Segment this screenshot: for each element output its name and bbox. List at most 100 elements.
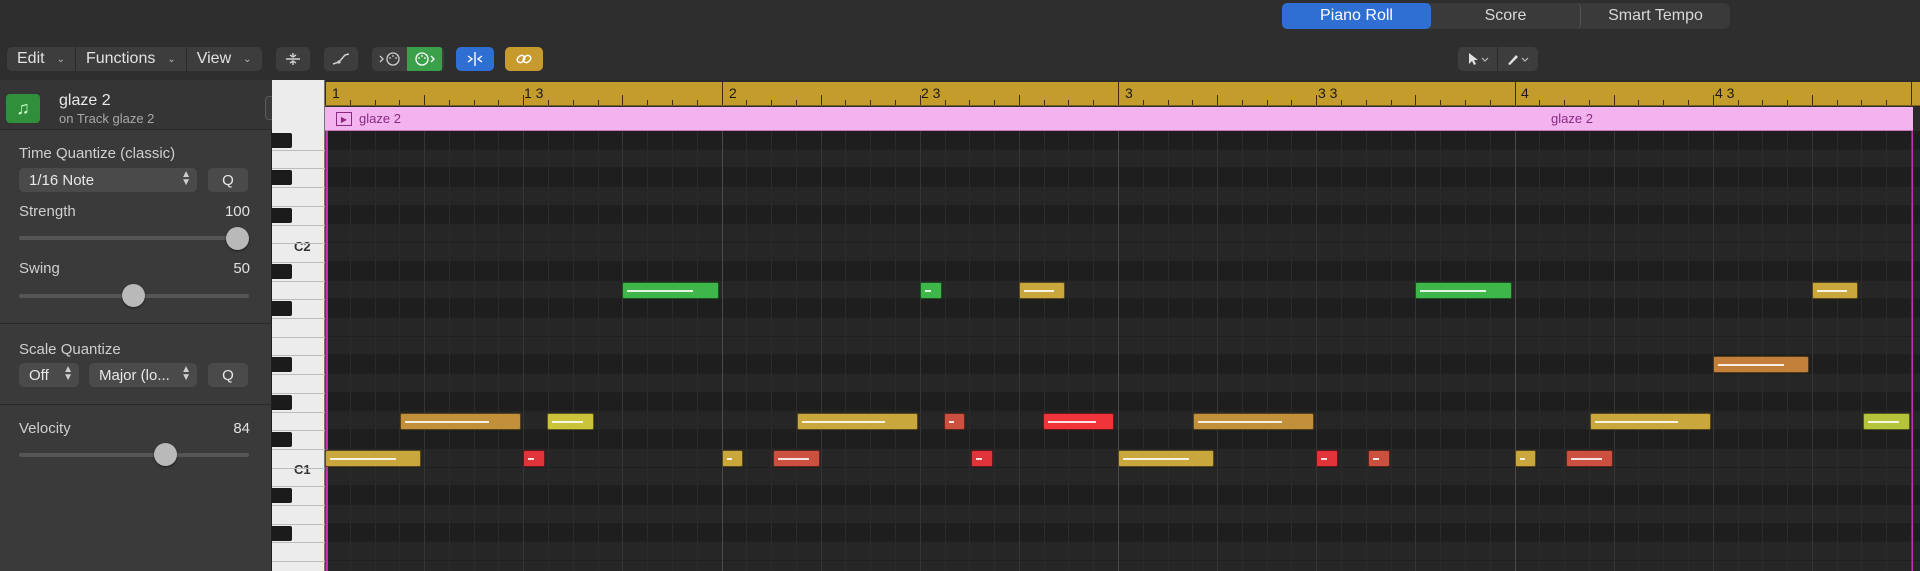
scale-quantize-label: Scale Quantize (19, 341, 121, 358)
midi-note[interactable] (1712, 356, 1809, 374)
editor-toolbar: Edit ⌄ Functions ⌄ View ⌄ (0, 38, 1920, 80)
midi-note[interactable] (400, 412, 522, 430)
strength-slider[interactable] (19, 236, 249, 240)
midi-note[interactable] (1316, 449, 1339, 467)
midi-note[interactable] (1514, 449, 1537, 467)
pitch-lane (325, 261, 1920, 281)
ruler-beat-1-3: 1 3 (524, 85, 544, 101)
white-key-separator (272, 261, 325, 263)
white-key-separator (272, 561, 325, 563)
midi-note[interactable] (1566, 449, 1613, 467)
midi-note[interactable] (622, 281, 719, 299)
tab-score[interactable]: Score (1431, 3, 1581, 29)
black-key[interactable] (272, 133, 292, 148)
strength-label: Strength (19, 203, 76, 220)
functions-menu[interactable]: Functions ⌄ (76, 47, 187, 71)
scale-mode-select[interactable]: Off ▲ ▼ (19, 363, 79, 387)
midi-out-button[interactable] (407, 47, 442, 71)
ruler-tick (1142, 100, 1144, 105)
ruler-tick (944, 100, 946, 105)
midi-in-button[interactable] (372, 47, 407, 71)
grid-line (399, 131, 401, 571)
piano-keyboard[interactable]: C2 C1 (272, 80, 325, 571)
midi-note[interactable] (1811, 281, 1859, 299)
midi-note[interactable] (971, 449, 994, 467)
region-header[interactable]: ▶ glaze 2 glaze 2 (325, 107, 1913, 131)
editor-tab-bar: Piano Roll Score Smart Tempo (0, 0, 1920, 38)
swing-value: 50 (233, 260, 250, 277)
playhead[interactable] (326, 131, 328, 571)
edit-menu[interactable]: Edit ⌄ (7, 47, 76, 71)
scale-quantize-q-button[interactable]: Q (208, 363, 248, 387)
black-key[interactable] (272, 432, 292, 448)
ruler-tick (473, 100, 475, 105)
midi-note[interactable] (943, 412, 966, 430)
midi-note[interactable] (1863, 412, 1910, 430)
black-key[interactable] (272, 357, 292, 373)
time-quantize-q-button[interactable]: Q (208, 168, 248, 192)
key-label-c2: C2 (294, 239, 311, 254)
midi-note[interactable] (1193, 412, 1315, 430)
time-quantize-select[interactable]: 1/16 Note ▲ ▼ (19, 168, 197, 192)
link-icon (516, 54, 532, 64)
music-note-icon: ♫ (6, 94, 40, 123)
black-key[interactable] (272, 394, 292, 410)
black-key[interactable] (272, 301, 292, 317)
pitch-lane (325, 149, 1920, 169)
swing-slider-knob[interactable] (122, 284, 145, 307)
black-key[interactable] (272, 525, 292, 541)
black-key[interactable] (272, 263, 292, 279)
link-button[interactable] (505, 47, 543, 71)
midi-note[interactable] (1118, 449, 1215, 467)
grid-line (1167, 131, 1169, 571)
scale-mode-value: Off (29, 366, 49, 384)
scale-type-select[interactable]: Major (lo... ▲ ▼ (89, 363, 197, 387)
black-key[interactable] (272, 207, 292, 223)
pitch-lane (325, 467, 1920, 487)
snap-button[interactable] (456, 47, 494, 71)
ruler-tick (671, 100, 673, 105)
bar-ruler[interactable]: 1 1 3 2 2 3 3 3 3 4 4 3 (325, 81, 1920, 106)
note-grid[interactable] (325, 131, 1920, 571)
strength-slider-knob[interactable] (226, 227, 249, 250)
grid-line (1737, 131, 1739, 571)
midi-note[interactable] (1589, 412, 1711, 430)
tab-piano-roll[interactable]: Piano Roll (1282, 3, 1431, 29)
white-key-separator (272, 318, 325, 319)
midi-note[interactable] (721, 449, 744, 467)
track-name: glaze 2 (59, 92, 111, 109)
midi-note[interactable] (1018, 281, 1066, 299)
midi-note[interactable] (796, 412, 918, 430)
pointer-tool-menu[interactable] (1458, 47, 1498, 71)
pointer-tool-icon (1468, 53, 1488, 65)
white-key-separator (272, 374, 325, 376)
black-key[interactable] (272, 170, 292, 186)
region-loop-icon: ▶ (336, 112, 352, 126)
grid-line (1266, 131, 1268, 571)
midi-note[interactable] (1415, 281, 1512, 299)
automation-button[interactable] (324, 47, 358, 71)
view-menu[interactable]: View ⌄ (187, 47, 262, 71)
collapse-button[interactable] (276, 47, 310, 71)
grid-line (795, 131, 797, 571)
velocity-slider[interactable] (19, 453, 249, 457)
chevron-down-icon: ⌄ (243, 53, 252, 65)
velocity-slider-knob[interactable] (154, 443, 177, 466)
pencil-tool-menu[interactable] (1498, 47, 1538, 71)
view-menu-label: View (196, 50, 232, 67)
black-key[interactable] (272, 488, 292, 504)
midi-note[interactable] (523, 449, 546, 467)
pitch-lane (325, 187, 1920, 206)
ruler-tick (1514, 81, 1516, 105)
midi-note[interactable] (547, 412, 594, 430)
tab-smart-tempo[interactable]: Smart Tempo (1581, 3, 1730, 29)
midi-note[interactable] (1042, 412, 1114, 430)
white-key-separator (272, 243, 325, 245)
midi-note[interactable] (919, 281, 942, 299)
midi-note[interactable] (1367, 449, 1390, 467)
stepper-arrows-icon: ▲ ▼ (181, 364, 191, 383)
midi-note[interactable] (325, 449, 422, 467)
midi-note[interactable] (773, 449, 820, 467)
grid-line (1687, 131, 1689, 571)
grid-line (374, 131, 376, 571)
